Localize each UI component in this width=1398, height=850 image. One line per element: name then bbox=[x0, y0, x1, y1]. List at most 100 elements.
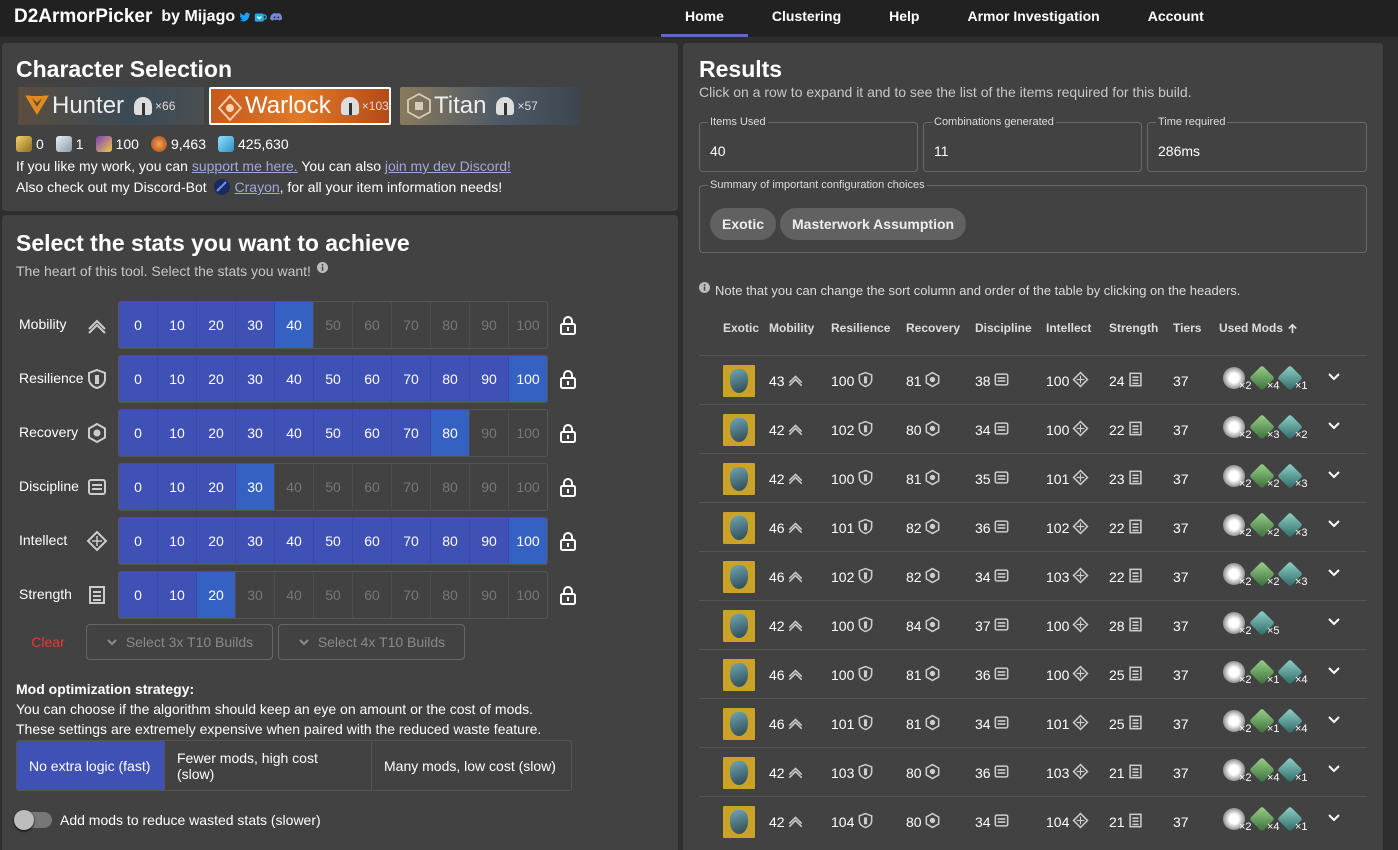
discord-link[interactable]: join my dev Discord! bbox=[385, 158, 511, 174]
class-card-titan[interactable]: Titan ×57 bbox=[400, 87, 580, 125]
lock-open-icon[interactable] bbox=[560, 531, 576, 551]
stat-tick-mobility-10[interactable]: 10 bbox=[158, 302, 197, 348]
discord-icon[interactable] bbox=[270, 11, 283, 24]
stat-tick-strength-90[interactable]: 90 bbox=[470, 572, 509, 618]
result-row[interactable]: 42 100 84 37 100 28 37 ×2 ×5 bbox=[699, 600, 1367, 649]
stat-tick-mobility-40[interactable]: 40 bbox=[275, 302, 314, 348]
stat-tick-strength-50[interactable]: 50 bbox=[314, 572, 353, 618]
stat-tick-intellect-40[interactable]: 40 bbox=[275, 518, 314, 564]
header-mobility[interactable]: Mobility bbox=[769, 321, 814, 335]
stat-tick-intellect-20[interactable]: 20 bbox=[197, 518, 236, 564]
chip-exotic[interactable]: Exotic bbox=[710, 208, 777, 240]
ko-fi-icon[interactable] bbox=[254, 11, 267, 24]
stat-tick-mobility-100[interactable]: 100 bbox=[509, 302, 547, 348]
stat-tick-discipline-70[interactable]: 70 bbox=[392, 464, 431, 510]
select-4x-t10-button[interactable]: Select 4x T10 Builds bbox=[278, 624, 465, 660]
chevron-down-icon[interactable] bbox=[1327, 419, 1341, 433]
stat-tick-resilience-10[interactable]: 10 bbox=[158, 356, 197, 402]
strategy-many-mods[interactable]: Many mods, low cost (slow) bbox=[372, 741, 571, 790]
header-intellect[interactable]: Intellect bbox=[1046, 321, 1091, 335]
twitter-icon[interactable] bbox=[238, 11, 251, 24]
stat-tick-discipline-100[interactable]: 100 bbox=[509, 464, 547, 510]
stat-tick-recovery-80[interactable]: 80 bbox=[431, 410, 470, 456]
chevron-down-icon[interactable] bbox=[1327, 566, 1341, 580]
stat-tick-discipline-80[interactable]: 80 bbox=[431, 464, 470, 510]
stat-tick-mobility-0[interactable]: 0 bbox=[119, 302, 158, 348]
result-row[interactable]: 46 101 81 34 101 25 37 ×2 ×1 ×4 bbox=[699, 698, 1367, 747]
stat-tick-strength-100[interactable]: 100 bbox=[509, 572, 547, 618]
result-row[interactable]: 42 102 80 34 100 22 37 ×2 ×3 ×2 bbox=[699, 404, 1367, 453]
stat-tick-intellect-10[interactable]: 10 bbox=[158, 518, 197, 564]
lock-open-icon[interactable] bbox=[560, 315, 576, 335]
lock-open-icon[interactable] bbox=[560, 423, 576, 443]
stat-tick-mobility-90[interactable]: 90 bbox=[470, 302, 509, 348]
stat-tick-recovery-50[interactable]: 50 bbox=[314, 410, 353, 456]
strategy-fewer-mods[interactable]: Fewer mods, high cost (slow) bbox=[165, 741, 372, 790]
stat-tick-resilience-90[interactable]: 90 bbox=[470, 356, 509, 402]
stat-tick-intellect-60[interactable]: 60 bbox=[353, 518, 392, 564]
stat-tick-intellect-30[interactable]: 30 bbox=[236, 518, 275, 564]
class-card-warlock[interactable]: Warlock ×103 bbox=[209, 87, 391, 125]
stat-tick-strength-20[interactable]: 20 bbox=[197, 572, 236, 618]
stat-tick-discipline-50[interactable]: 50 bbox=[314, 464, 353, 510]
header-resilience[interactable]: Resilience bbox=[831, 321, 890, 335]
header-discipline[interactable]: Discipline bbox=[975, 321, 1032, 335]
stat-tick-discipline-90[interactable]: 90 bbox=[470, 464, 509, 510]
stat-tick-intellect-70[interactable]: 70 bbox=[392, 518, 431, 564]
header-used-mods-wrap[interactable]: Used Mods bbox=[1219, 321, 1298, 335]
stat-tick-mobility-20[interactable]: 20 bbox=[197, 302, 236, 348]
stat-tick-discipline-40[interactable]: 40 bbox=[275, 464, 314, 510]
nav-account[interactable]: Account bbox=[1124, 0, 1228, 37]
lock-open-icon[interactable] bbox=[560, 369, 576, 389]
lock-open-icon[interactable] bbox=[560, 585, 576, 605]
result-row[interactable]: 42 104 80 34 104 21 37 ×2 ×4 ×1 bbox=[699, 796, 1367, 845]
chevron-down-icon[interactable] bbox=[1327, 664, 1341, 678]
result-row[interactable]: 42 100 81 35 101 23 37 ×2 ×2 ×3 bbox=[699, 453, 1367, 502]
class-card-hunter[interactable]: Hunter ×66 bbox=[18, 87, 204, 125]
stat-tick-mobility-80[interactable]: 80 bbox=[431, 302, 470, 348]
chevron-down-icon[interactable] bbox=[1327, 468, 1341, 482]
result-row[interactable]: 46 101 82 36 102 22 37 ×2 ×2 ×3 bbox=[699, 502, 1367, 551]
stat-tick-mobility-60[interactable]: 60 bbox=[353, 302, 392, 348]
stat-tick-discipline-0[interactable]: 0 bbox=[119, 464, 158, 510]
chevron-down-icon[interactable] bbox=[1327, 762, 1341, 776]
stat-tick-discipline-60[interactable]: 60 bbox=[353, 464, 392, 510]
stat-tick-intellect-100[interactable]: 100 bbox=[509, 518, 547, 564]
nav-help[interactable]: Help bbox=[865, 0, 943, 37]
stat-tick-recovery-0[interactable]: 0 bbox=[119, 410, 158, 456]
chevron-down-icon[interactable] bbox=[1327, 713, 1341, 727]
stat-tick-strength-0[interactable]: 0 bbox=[119, 572, 158, 618]
chevron-down-icon[interactable] bbox=[1327, 615, 1341, 629]
reduce-waste-toggle[interactable] bbox=[14, 810, 52, 830]
lock-open-icon[interactable] bbox=[560, 477, 576, 497]
stat-tick-resilience-0[interactable]: 0 bbox=[119, 356, 158, 402]
stat-tick-resilience-60[interactable]: 60 bbox=[353, 356, 392, 402]
clear-button[interactable]: Clear bbox=[16, 624, 80, 660]
stat-tick-intellect-0[interactable]: 0 bbox=[119, 518, 158, 564]
chevron-down-icon[interactable] bbox=[1327, 517, 1341, 531]
stat-tick-mobility-30[interactable]: 30 bbox=[236, 302, 275, 348]
stat-tick-recovery-30[interactable]: 30 bbox=[236, 410, 275, 456]
stat-tick-intellect-80[interactable]: 80 bbox=[431, 518, 470, 564]
stat-tick-recovery-90[interactable]: 90 bbox=[470, 410, 509, 456]
stat-tick-intellect-90[interactable]: 90 bbox=[470, 518, 509, 564]
stat-tick-recovery-20[interactable]: 20 bbox=[197, 410, 236, 456]
stat-tick-discipline-30[interactable]: 30 bbox=[236, 464, 275, 510]
stat-tick-recovery-60[interactable]: 60 bbox=[353, 410, 392, 456]
result-row[interactable]: 42 103 80 36 103 21 37 ×2 ×4 ×1 bbox=[699, 747, 1367, 796]
stat-tick-strength-40[interactable]: 40 bbox=[275, 572, 314, 618]
stat-tick-mobility-70[interactable]: 70 bbox=[392, 302, 431, 348]
crayon-link[interactable]: Crayon bbox=[235, 179, 280, 195]
header-tiers[interactable]: Tiers bbox=[1173, 321, 1201, 335]
stat-tick-resilience-40[interactable]: 40 bbox=[275, 356, 314, 402]
stat-tick-intellect-50[interactable]: 50 bbox=[314, 518, 353, 564]
header-strength[interactable]: Strength bbox=[1109, 321, 1158, 335]
stat-tick-recovery-40[interactable]: 40 bbox=[275, 410, 314, 456]
stat-tick-strength-60[interactable]: 60 bbox=[353, 572, 392, 618]
nav-armor-investigation[interactable]: Armor Investigation bbox=[943, 0, 1123, 37]
select-3x-t10-button[interactable]: Select 3x T10 Builds bbox=[86, 624, 273, 660]
stat-tick-strength-10[interactable]: 10 bbox=[158, 572, 197, 618]
stat-tick-recovery-70[interactable]: 70 bbox=[392, 410, 431, 456]
stat-tick-resilience-80[interactable]: 80 bbox=[431, 356, 470, 402]
support-link[interactable]: support me here. bbox=[192, 158, 298, 174]
